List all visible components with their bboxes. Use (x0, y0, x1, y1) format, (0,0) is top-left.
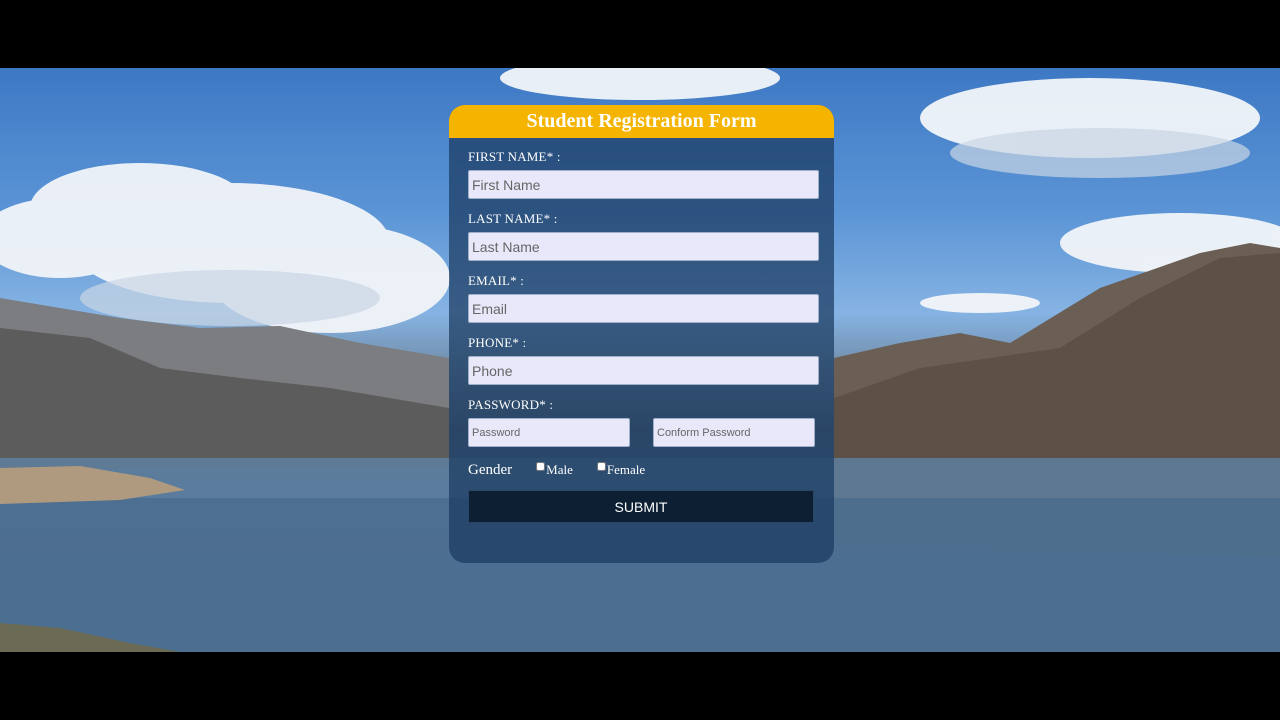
confirm-password-input[interactable] (653, 418, 815, 447)
password-input[interactable] (468, 418, 630, 447)
last-name-input[interactable] (468, 232, 819, 261)
female-label: Female (606, 462, 646, 478)
gender-label: Gender (468, 461, 513, 478)
registration-form: Student Registration Form FIRST NAME* : … (449, 105, 834, 563)
first-name-input[interactable] (468, 170, 819, 199)
female-checkbox[interactable] (596, 462, 606, 472)
email-label: EMAIL* : (468, 273, 525, 288)
email-input[interactable] (468, 294, 819, 323)
gender-row: Gender Male Female (468, 461, 645, 479)
male-label: Male (546, 462, 573, 478)
phone-input[interactable] (468, 356, 819, 385)
gender-option-male[interactable]: Male (536, 462, 573, 478)
last-name-label: LAST NAME* : (468, 211, 558, 226)
phone-label: PHONE* : (468, 335, 527, 350)
submit-button[interactable]: SUBMIT (468, 490, 814, 523)
male-checkbox[interactable] (536, 462, 546, 472)
password-label: PASSWORD* : (468, 397, 554, 412)
form-title: Student Registration Form (449, 105, 834, 138)
first-name-label: FIRST NAME* : (468, 149, 561, 164)
gender-option-female[interactable]: Female (596, 462, 646, 478)
